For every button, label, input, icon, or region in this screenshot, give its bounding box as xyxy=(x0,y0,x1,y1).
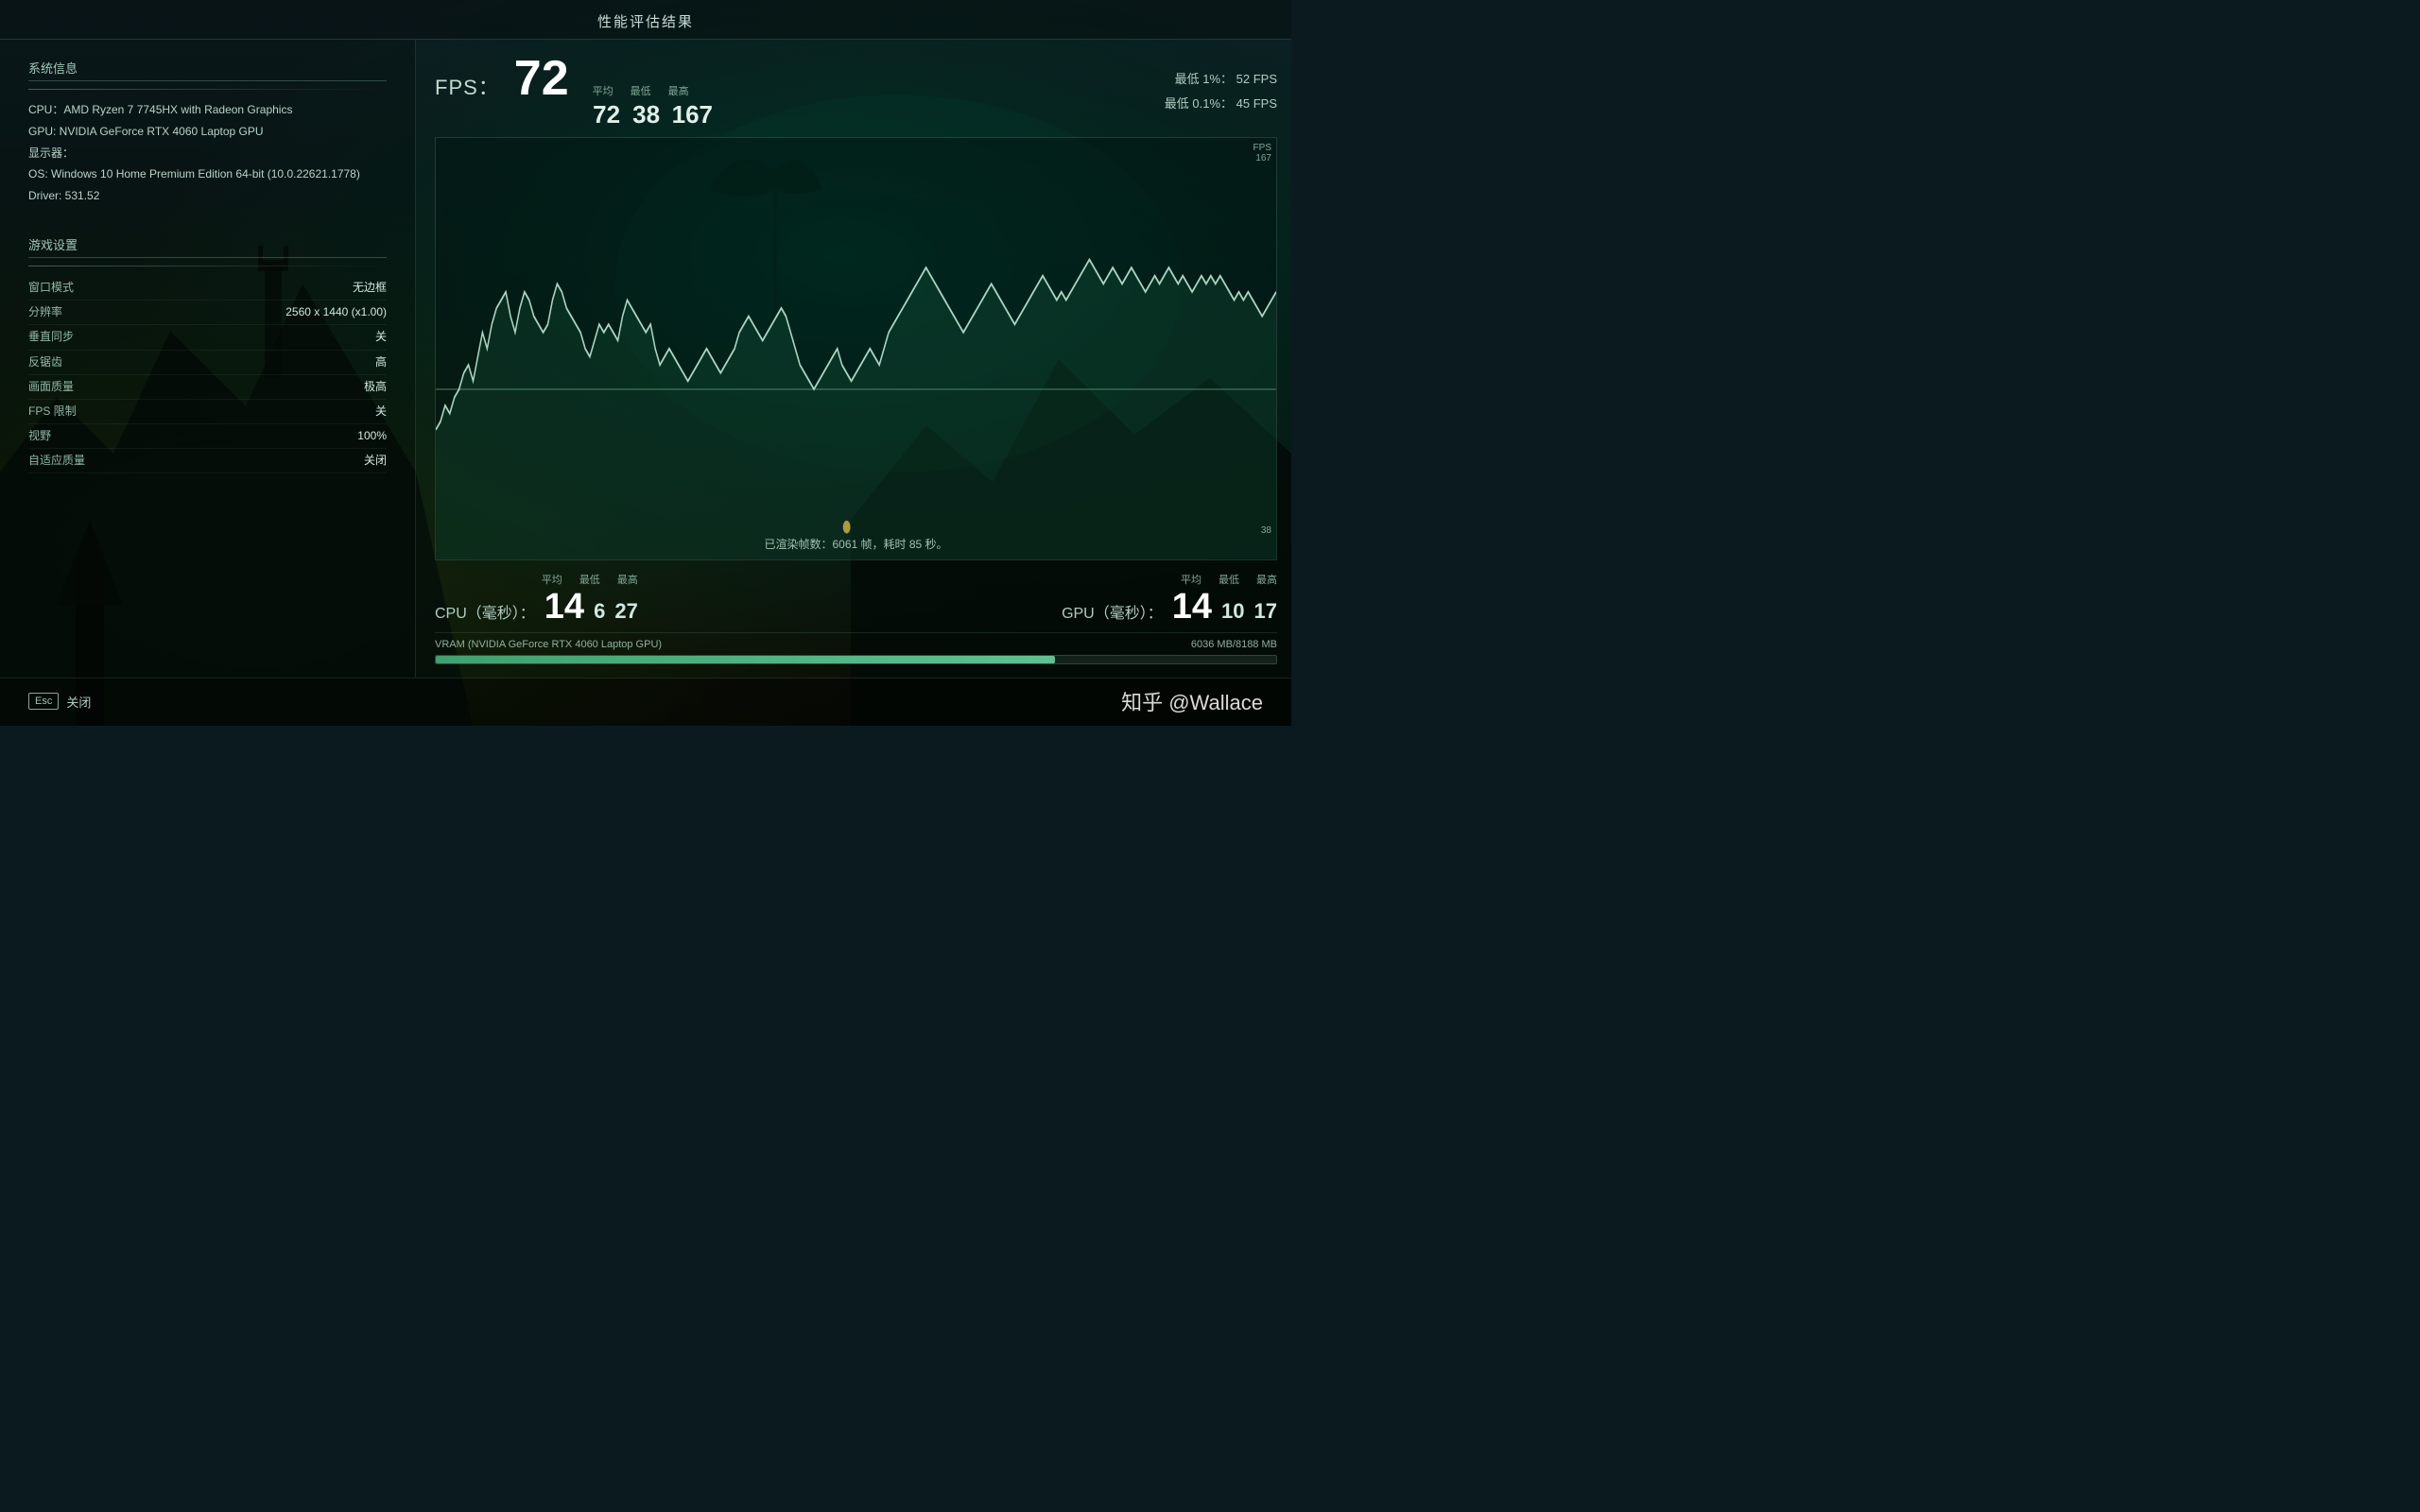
gpu-stats-block: 平均 最低 最高 GPU（毫秒）： 14 10 17 xyxy=(1062,572,1277,625)
settings-table: 窗口模式 无边框 分辨率 2560 x 1440 (x1.00) 垂直同步 关 … xyxy=(28,276,387,474)
fps-low1-value: 52 FPS xyxy=(1236,72,1277,86)
gpu-max-value: 17 xyxy=(1254,599,1277,624)
cpu-info: CPU：AMD Ryzen 7 7745HX with Radeon Graph… xyxy=(28,99,387,121)
driver-info: Driver: 531.52 xyxy=(28,185,387,207)
gpu-avg-header: 平均 xyxy=(1181,572,1201,587)
fps-low1-label: 最低 1%： xyxy=(1175,72,1233,86)
vram-bar-background xyxy=(435,655,1277,664)
cpu-avg-header: 平均 xyxy=(542,572,562,587)
gpu-min-value: 10 xyxy=(1221,599,1244,624)
fps-values-row: 72 38 167 xyxy=(593,100,713,129)
gpu-max-header: 最高 xyxy=(1256,572,1277,587)
vram-section: VRAM (NVIDIA GeForce RTX 4060 Laptop GPU… xyxy=(435,632,1277,668)
vram-header: VRAM (NVIDIA GeForce RTX 4060 Laptop GPU… xyxy=(435,639,1277,650)
fps-min-header: 最低 xyxy=(631,83,651,98)
settings-label: 分辨率 xyxy=(28,301,62,324)
chart-min-label: 38 xyxy=(1261,525,1271,536)
cpu-max-value: 27 xyxy=(614,599,637,624)
fps-chart: FPS 167 38 xyxy=(435,137,1277,560)
vram-bar-fill xyxy=(436,656,1055,663)
fps-col-headers: 平均 最低 最高 xyxy=(593,83,713,98)
settings-row: FPS 限制 关 xyxy=(28,400,387,424)
settings-label: 画面质量 xyxy=(28,375,74,399)
close-button[interactable]: Esc 关闭 xyxy=(28,693,91,711)
settings-value: 关 xyxy=(375,325,387,349)
settings-value: 高 xyxy=(375,351,387,374)
fps-min-num: 38 xyxy=(632,100,661,129)
close-label: 关闭 xyxy=(66,693,91,711)
vram-label: VRAM (NVIDIA GeForce RTX 4060 Laptop GPU… xyxy=(435,639,662,650)
cpu-min-header: 最低 xyxy=(579,572,600,587)
game-settings-section: 游戏设置 窗口模式 无边框 分辨率 2560 x 1440 (x1.00) 垂直… xyxy=(28,235,387,474)
settings-value: 关闭 xyxy=(364,449,387,472)
settings-section-title: 游戏设置 xyxy=(28,235,387,258)
bottom-stats: 平均 最低 最高 CPU（毫秒）： 14 6 27 平均 最低 xyxy=(435,560,1277,632)
cpu-label: CPU（毫秒）： xyxy=(435,600,535,623)
cpu-col-headers: 平均 最低 最高 xyxy=(435,572,638,587)
settings-row: 反锯齿 高 xyxy=(28,351,387,375)
settings-label: FPS 限制 xyxy=(28,400,77,423)
page-title: 性能评估结果 xyxy=(0,0,1291,40)
gpu-col-headers: 平均 最低 最高 xyxy=(1062,572,1277,587)
fps-percentile-stats: 最低 1%： 52 FPS 最低 0.1%： 45 FPS xyxy=(1165,67,1277,116)
render-frames-info: 已渲染帧数：6061 帧，耗时 85 秒。 xyxy=(764,536,947,552)
settings-value: 无边框 xyxy=(353,276,387,300)
system-info-section: 系统信息 CPU：AMD Ryzen 7 7745HX with Radeon … xyxy=(28,59,387,207)
cpu-max-header: 最高 xyxy=(617,572,638,587)
gpu-label: GPU（毫秒）： xyxy=(1062,600,1163,623)
left-panel: 系统信息 CPU：AMD Ryzen 7 7745HX with Radeon … xyxy=(0,40,416,678)
system-section-title: 系统信息 xyxy=(28,59,387,81)
fps-low1-line: 最低 1%： 52 FPS xyxy=(1165,67,1277,92)
settings-row: 画面质量 极高 xyxy=(28,375,387,400)
cpu-avg-value: 14 xyxy=(544,589,584,625)
settings-label: 视野 xyxy=(28,424,51,448)
gpu-info: GPU: NVIDIA GeForce RTX 4060 Laptop GPU xyxy=(28,121,387,143)
gpu-avg-value: 14 xyxy=(1172,589,1212,625)
settings-value: 2560 x 1440 (x1.00) xyxy=(285,301,387,324)
fps-avg-value: 72 xyxy=(514,54,569,103)
settings-row: 垂直同步 关 xyxy=(28,325,387,350)
fps-low01-value: 45 FPS xyxy=(1236,96,1277,111)
fps-low01-line: 最低 0.1%： 45 FPS xyxy=(1165,92,1277,116)
display-info: 显示器： xyxy=(28,143,387,164)
settings-label: 垂直同步 xyxy=(28,325,74,349)
section-divider xyxy=(28,89,387,90)
settings-label: 反锯齿 xyxy=(28,351,62,374)
settings-value: 关 xyxy=(375,400,387,423)
settings-row: 自适应质量 关闭 xyxy=(28,449,387,473)
cpu-stats-block: 平均 最低 最高 CPU（毫秒）： 14 6 27 xyxy=(435,572,638,625)
chart-fps-label: FPS 167 xyxy=(1253,143,1271,163)
settings-label: 窗口模式 xyxy=(28,276,74,300)
fps-main-stats: FPS： 72 平均 最低 最高 72 38 167 xyxy=(435,54,713,129)
cpu-min-value: 6 xyxy=(594,599,605,624)
settings-row: 分辨率 2560 x 1440 (x1.00) xyxy=(28,301,387,325)
watermark: 知乎 @Wallace xyxy=(1121,686,1263,716)
fps-chart-svg xyxy=(436,138,1276,559)
settings-row: 视野 100% xyxy=(28,424,387,449)
settings-label: 自适应质量 xyxy=(28,449,85,472)
gpu-min-header: 最低 xyxy=(1219,572,1239,587)
footer-bar: Esc 关闭 知乎 @Wallace xyxy=(0,678,1291,726)
esc-key-label: Esc xyxy=(28,693,59,710)
settings-value: 极高 xyxy=(364,375,387,399)
fps-header: FPS： 72 平均 最低 最高 72 38 167 xyxy=(435,49,1277,137)
fps-max-header: 最高 xyxy=(668,83,689,98)
fps-max-num: 167 xyxy=(672,100,713,129)
fps-label: FPS： xyxy=(435,71,500,101)
fps-avg-num: 72 xyxy=(593,100,621,129)
fps-low01-label: 最低 0.1%： xyxy=(1165,96,1233,111)
vram-usage: 6036 MB/8188 MB xyxy=(1191,639,1277,650)
settings-row: 窗口模式 无边框 xyxy=(28,276,387,301)
os-info: OS: Windows 10 Home Premium Edition 64-b… xyxy=(28,163,387,185)
fps-avg-header: 平均 xyxy=(593,83,614,98)
settings-value: 100% xyxy=(357,424,387,448)
right-panel: FPS： 72 平均 最低 最高 72 38 167 xyxy=(416,40,1291,678)
